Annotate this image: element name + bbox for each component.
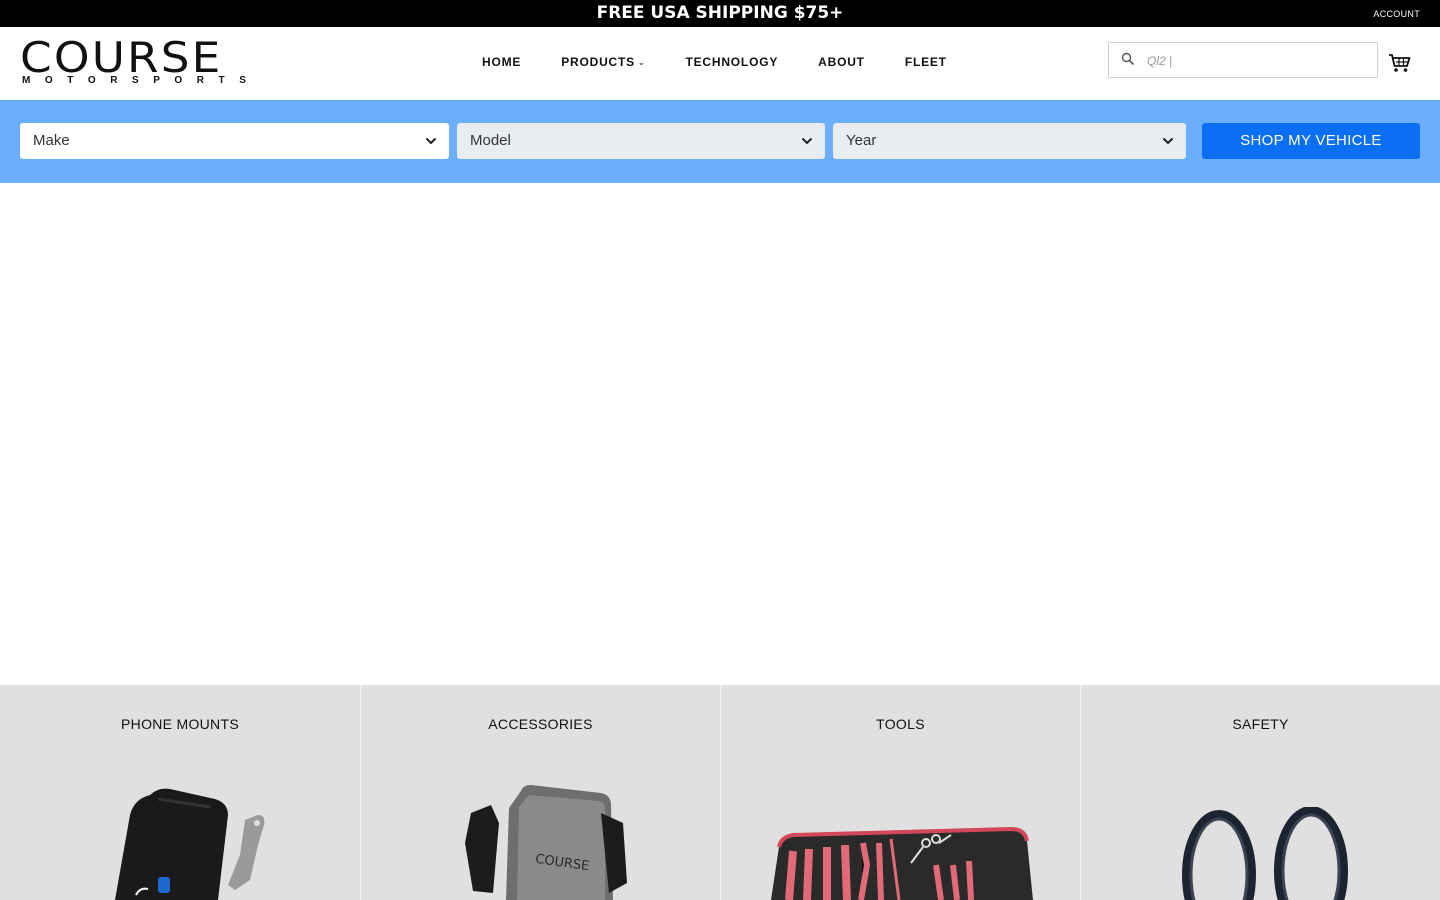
category-tools[interactable]: TOOLS (720, 685, 1080, 900)
nav-technology[interactable]: TECHNOLOGY (685, 55, 778, 69)
nav-products[interactable]: PRODUCTS ⌄ (561, 55, 645, 69)
vehicle-finder: Make Model Year SHOP MY VEHICLE (0, 100, 1440, 183)
shipping-message: FREE USA SHIPPING $75+ (596, 3, 844, 23)
account-link[interactable]: ACCOUNT (1373, 9, 1420, 19)
search-box[interactable] (1108, 42, 1378, 78)
chevron-down-icon (801, 137, 813, 145)
hero-area (0, 183, 1440, 685)
year-select[interactable]: Year (833, 123, 1186, 159)
phone-holder-image: COURSE (465, 785, 627, 900)
search-icon (1121, 52, 1135, 66)
announcement-bar: FREE USA SHIPPING $75+ ACCOUNT (0, 0, 1440, 27)
phone-mount-image (115, 788, 265, 900)
search-input[interactable] (1147, 51, 1367, 71)
category-safety[interactable]: SAFETY (1080, 685, 1440, 900)
cart-icon[interactable] (1388, 53, 1412, 73)
nav-fleet[interactable]: FLEET (905, 55, 947, 69)
chevron-down-icon (1162, 137, 1174, 145)
site-header: COURSE M O T O R S P O R T S HOME PRODUC… (0, 27, 1440, 100)
logo-subtitle: M O T O R S P O R T S (22, 75, 246, 86)
category-title: PHONE MOUNTS (121, 716, 239, 732)
model-select[interactable]: Model (457, 123, 825, 159)
nav-about[interactable]: ABOUT (818, 55, 865, 69)
rings-image (1182, 807, 1348, 900)
shop-my-vehicle-button[interactable]: SHOP MY VEHICLE (1202, 123, 1420, 159)
tool-kit-image (771, 826, 1033, 900)
category-title: ACCESSORIES (488, 716, 593, 732)
course-motorsports-logo[interactable]: COURSE M O T O R S P O R T S (20, 33, 246, 87)
main-nav: HOME PRODUCTS ⌄ TECHNOLOGY ABOUT FLEET (482, 55, 987, 69)
category-title: TOOLS (876, 716, 925, 732)
category-grid: PHONE MOUNTS ACCESSORIES COURSE TOOLS SA… (0, 685, 1440, 900)
category-phone-mounts[interactable]: PHONE MOUNTS (0, 685, 360, 900)
chevron-down-icon (425, 137, 437, 145)
category-title: SAFETY (1232, 716, 1289, 732)
category-accessories[interactable]: ACCESSORIES COURSE (360, 685, 720, 900)
chevron-down-icon: ⌄ (637, 57, 646, 67)
nav-home[interactable]: HOME (482, 55, 521, 69)
make-select[interactable]: Make (20, 123, 449, 159)
